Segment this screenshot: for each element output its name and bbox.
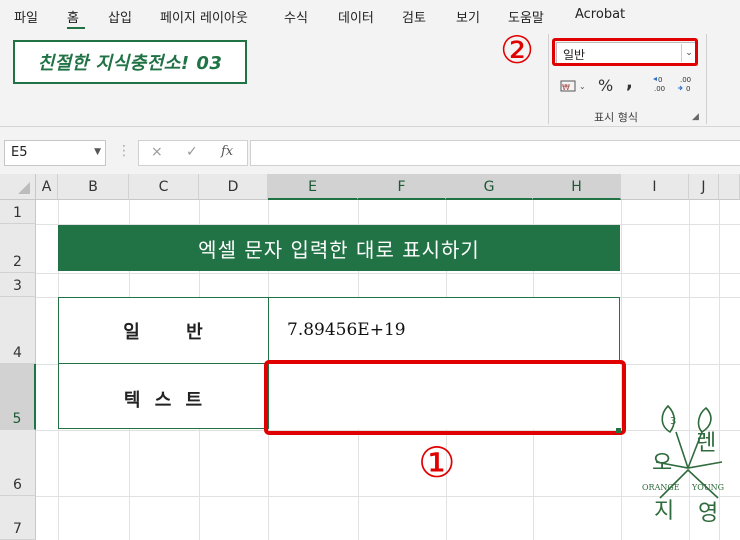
logo-char-3: 지 <box>654 499 674 524</box>
increase-decimal-icon[interactable]: 0.00 <box>652 74 672 100</box>
highlight-box-2 <box>552 38 698 66</box>
menu-data[interactable]: 데이터 <box>338 7 374 26</box>
accounting-format-icon[interactable]: ₩ ⌄ <box>560 79 588 96</box>
select-all-corner[interactable] <box>0 174 36 200</box>
svg-text:0: 0 <box>686 85 690 93</box>
label-text-text: 텍 스 트 <box>123 390 205 411</box>
active-tab-indicator <box>67 27 85 29</box>
column-header-b[interactable]: B <box>58 174 129 200</box>
cancel-icon[interactable]: × <box>151 144 163 160</box>
number-group-label: 표시 형식 <box>594 111 638 124</box>
menu-insert[interactable]: 삽입 <box>108 7 132 26</box>
logo-char-4: 영 <box>698 501 718 526</box>
sheet-title[interactable]: 엑셀 문자 입력한 대로 표시하기 <box>58 225 620 271</box>
orange-young-logo: 3 오 렌 지 영 ORANGE YOUNG <box>636 398 740 532</box>
menu-review[interactable]: 검토 <box>402 7 426 26</box>
logo-left-text: ORANGE <box>642 483 680 492</box>
row-header-4[interactable]: 4 <box>0 297 36 364</box>
menu-file[interactable]: 파일 <box>14 7 38 26</box>
menu-acrobat[interactable]: Acrobat <box>575 7 625 22</box>
gridline <box>36 496 740 497</box>
row-header-2[interactable]: 2 <box>0 224 36 273</box>
column-header-j[interactable]: J <box>689 174 719 200</box>
column-header-h[interactable]: H <box>533 174 621 200</box>
name-box-value: E5 <box>11 145 28 160</box>
chevron-down-icon[interactable]: ▼ <box>94 147 101 157</box>
column-header-c[interactable]: C <box>129 174 199 200</box>
column-header-e[interactable]: E <box>268 174 358 200</box>
marker-1: ① <box>418 438 456 487</box>
logo-char-2: 렌 <box>696 431 716 456</box>
logo-right-text: YOUNG <box>691 483 724 492</box>
percent-icon[interactable]: % <box>598 76 613 95</box>
svg-text:₩: ₩ <box>562 83 570 92</box>
menu-home[interactable]: 홈 <box>67 7 79 26</box>
logo-char-1: 오 <box>652 451 672 476</box>
row-header-5[interactable]: 5 <box>0 364 36 430</box>
row-header-6[interactable]: 6 <box>0 430 36 496</box>
group-separator <box>706 34 707 124</box>
comma-style-icon[interactable]: , <box>626 72 633 93</box>
column-header-a[interactable]: A <box>36 174 58 200</box>
menu-page-layout[interactable]: 페이지 레이아웃 <box>160 7 248 26</box>
formula-bar-resize-handle[interactable]: ⋮ <box>117 143 131 159</box>
insert-function-icon[interactable]: fx <box>221 144 233 159</box>
menu-view[interactable]: 보기 <box>456 7 480 26</box>
marker-2: ② <box>500 28 535 72</box>
label-general-text: 일 반 <box>123 322 205 343</box>
value-general[interactable]: 7.89456E+19 <box>287 320 406 340</box>
row-header-1[interactable]: 1 <box>0 200 36 224</box>
menu-formulas[interactable]: 수식 <box>284 7 308 26</box>
group-separator <box>548 34 549 124</box>
label-text[interactable]: 텍 스 트 <box>60 386 268 412</box>
column-header-g[interactable]: G <box>446 174 533 200</box>
title-banner: 친절한 지식충전소! 03 <box>13 40 247 84</box>
svg-text:⌄: ⌄ <box>579 82 586 91</box>
menu-help[interactable]: 도움말 <box>508 7 544 26</box>
confirm-icon[interactable]: ✓ <box>186 144 198 160</box>
fill-handle[interactable] <box>616 428 621 433</box>
gridline <box>36 273 740 274</box>
menu-bar: 파일 홈 삽입 페이지 레이아웃 수식 데이터 검토 보기 도움말 Acroba… <box>0 0 740 32</box>
column-header-d[interactable]: D <box>199 174 268 200</box>
column-header-f[interactable]: F <box>358 174 446 200</box>
row-header-3[interactable]: 3 <box>0 273 36 297</box>
svg-text:.00: .00 <box>680 76 691 84</box>
formula-bar-buttons: × ✓ fx <box>138 140 248 166</box>
dialog-launcher-icon[interactable]: ◢ <box>692 112 699 122</box>
column-header-i[interactable]: I <box>621 174 689 200</box>
decrease-decimal-icon[interactable]: .00 0 <box>676 74 696 100</box>
svg-text:0: 0 <box>658 76 662 84</box>
svg-text:.00: .00 <box>654 85 665 93</box>
label-general[interactable]: 일 반 <box>60 318 268 344</box>
row-header-7[interactable]: 7 <box>0 496 36 540</box>
name-box[interactable]: E5 ▼ <box>4 140 106 166</box>
column-header-k[interactable] <box>719 174 740 200</box>
svg-text:3: 3 <box>670 416 676 427</box>
highlight-box-1 <box>264 360 626 435</box>
formula-input[interactable] <box>250 140 740 166</box>
